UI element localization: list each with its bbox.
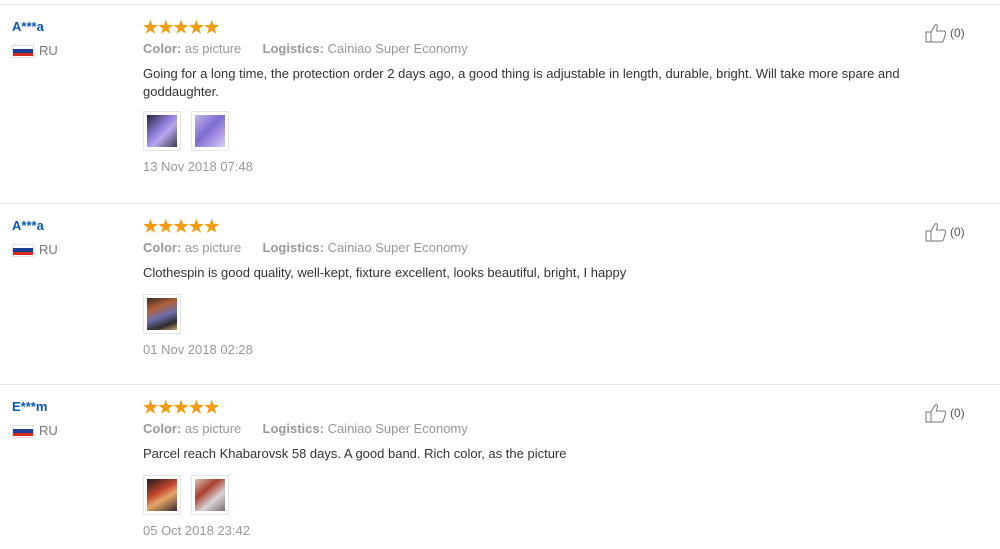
review-content: Color: as picture Logistics: Cainiao Sup… [143,217,973,358]
reviewer-country: RU [12,44,132,58]
order-info: Color: as picture Logistics: Cainiao Sup… [143,41,973,57]
review-date: 13 Nov 2018 07:48 [143,159,253,174]
reviewer-name[interactable]: A***a [12,19,132,35]
review-date: 01 Nov 2018 02:28 [143,342,253,357]
like-count: (0) [950,26,965,40]
star-icon [173,19,189,34]
review-content: Color: as picture Logistics: Cainiao Sup… [143,398,973,539]
review-item: E***m RU Color: as picture Logistics: Ca… [0,384,1000,549]
review-photo-thumbnail[interactable] [191,111,229,151]
logistics-value: Cainiao Super Economy [327,421,468,436]
thumbs-up-icon [925,404,947,423]
star-rating [143,217,973,235]
country-code: RU [39,242,58,257]
color-label: Color: [143,41,182,56]
star-icon [173,399,189,414]
logistics-value: Cainiao Super Economy [327,240,468,255]
review-photo-thumbnail[interactable] [143,294,181,334]
like-count: (0) [950,225,965,239]
country-code: RU [39,423,58,438]
thumbs-up-icon [925,223,947,242]
logistics-label: Logistics: [262,421,324,436]
review-text: Going for a long time, the protection or… [143,66,900,99]
logistics-label: Logistics: [262,240,324,255]
review-photo-thumbnail[interactable] [143,111,181,151]
star-rating [143,18,973,36]
star-icon [188,218,204,233]
reviewer-country: RU [12,424,132,438]
like-count: (0) [950,406,965,420]
reviewer-info: E***m RU [12,399,132,438]
country-code: RU [39,43,58,58]
star-icon [158,218,174,233]
star-icon [143,19,158,34]
review-item: A***a RU Color: as picture Logistics: Ca… [0,203,1000,385]
thumbs-up-icon [925,24,947,43]
reviewer-country: RU [12,243,132,257]
star-icon [204,218,220,233]
star-icon [158,399,174,414]
star-icon [158,19,174,34]
review-photos [143,475,973,515]
review-item: A***a RU Color: as picture Logistics: Ca… [0,4,1000,203]
review-photos [143,294,973,334]
color-value: as picture [184,421,242,436]
color-label: Color: [143,421,182,436]
russia-flag-icon [12,44,34,58]
review-photo-thumbnail[interactable] [191,475,229,515]
reviewer-info: A***a RU [12,218,132,257]
reviewer-name[interactable]: E***m [12,399,132,415]
star-icon [143,218,158,233]
review-date: 05 Oct 2018 23:42 [143,523,250,538]
logistics-label: Logistics: [262,41,324,56]
like-button[interactable]: (0) [925,222,965,242]
like-button[interactable]: (0) [925,403,965,423]
star-icon [188,399,204,414]
russia-flag-icon [12,424,34,438]
russia-flag-icon [12,243,34,257]
star-rating [143,398,973,416]
review-photo-thumbnail[interactable] [143,475,181,515]
like-button[interactable]: (0) [925,23,965,43]
order-info: Color: as picture Logistics: Cainiao Sup… [143,240,973,256]
star-icon [188,19,204,34]
review-photos [143,111,973,151]
reviewer-name[interactable]: A***a [12,218,132,234]
reviewer-info: A***a RU [12,19,132,58]
review-content: Color: as picture Logistics: Cainiao Sup… [143,18,973,175]
color-value: as picture [184,240,242,255]
review-text: Parcel reach Khabarovsk 58 days. A good … [143,446,567,461]
color-value: as picture [184,41,242,56]
star-icon [173,218,189,233]
star-icon [143,399,158,414]
star-icon [204,19,220,34]
logistics-value: Cainiao Super Economy [327,41,468,56]
color-label: Color: [143,240,182,255]
order-info: Color: as picture Logistics: Cainiao Sup… [143,421,973,437]
star-icon [204,399,220,414]
review-text: Clothespin is good quality, well-kept, f… [143,265,627,280]
